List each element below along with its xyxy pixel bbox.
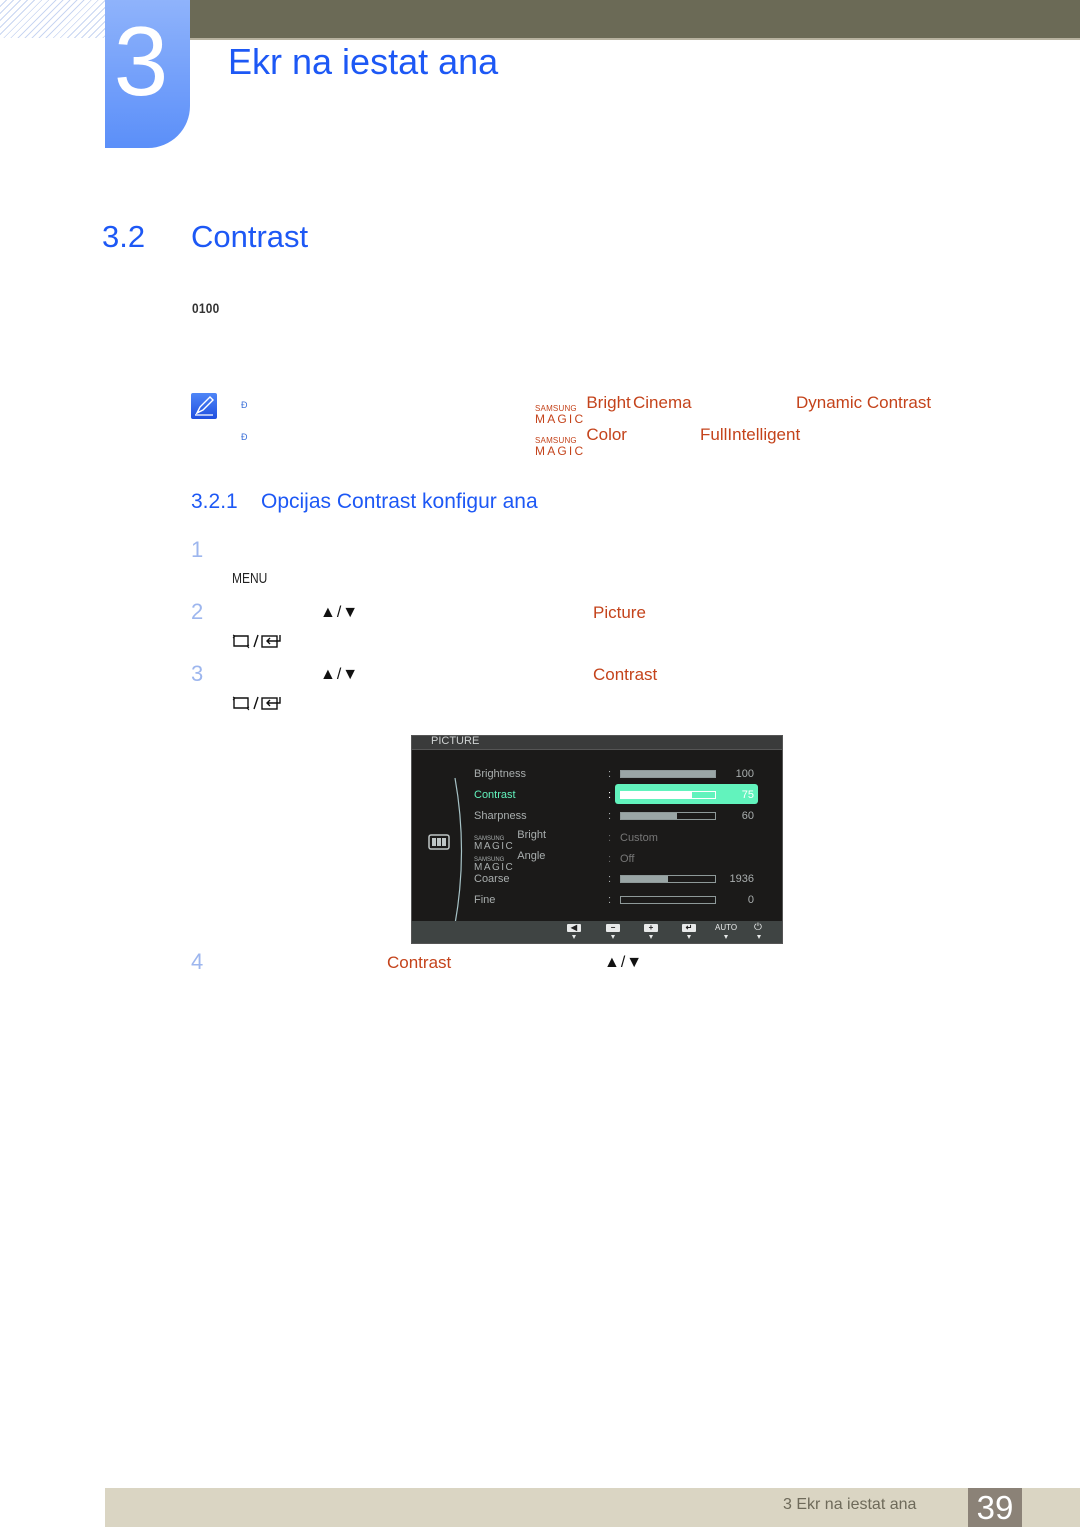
osd-arc-decoration <box>454 777 463 925</box>
note-term-dynamic-contrast: Dynamic Contrast <box>796 393 932 412</box>
note-term-cinema: Cinema <box>633 393 692 412</box>
subsection-title: Opcijas Contrast konfigur ana <box>261 490 538 513</box>
osd-title: PICTURE <box>431 735 480 747</box>
menu-key-label: MENU <box>232 570 268 587</box>
osd-header: PICTURE <box>412 735 782 750</box>
samsung-magic-logo: SAMSUNG MAGIC <box>535 436 586 458</box>
footer-chapter-label: 3 Ekr na iestat ana <box>783 1496 917 1513</box>
osd-picture-menu: PICTURE Brightness : 100 Contrast : 75 S… <box>411 735 783 944</box>
samsung-magic-logo: SAMSUNG MAGIC <box>535 404 586 426</box>
osd-row-fine[interactable]: Fine : 0 <box>474 892 764 910</box>
step-3-target: Contrast <box>593 665 658 684</box>
step-number-3: 3 <box>191 661 204 686</box>
brightness-slider[interactable] <box>620 770 716 778</box>
step-4-target: Contrast <box>387 953 452 972</box>
note-line-2-magic-color: SAMSUNG MAGIC Color <box>535 425 627 457</box>
step-2-target: Picture <box>593 603 646 622</box>
down-marker-icon <box>757 935 761 939</box>
contrast-slider[interactable] <box>620 791 716 799</box>
slider-fill <box>621 771 715 777</box>
chapter-title: Ekr na iestat ana <box>228 41 499 82</box>
osd-row-sharpness[interactable]: Sharpness : 60 <box>474 808 764 826</box>
note-line-1-magic-bright: SAMSUNG MAGIC Bright <box>535 393 631 425</box>
osd-row-brightness[interactable]: Brightness : 100 <box>474 766 764 784</box>
down-marker-icon <box>572 935 576 939</box>
footer-bar <box>105 1488 1080 1527</box>
fine-slider[interactable] <box>620 896 716 904</box>
osd-row-contrast[interactable]: Contrast : 75 <box>474 787 764 805</box>
down-marker-icon <box>611 935 615 939</box>
section-number: 3.2 <box>102 219 146 254</box>
source-enter-keys-icon <box>232 696 281 711</box>
magic-bright-term: Bright <box>586 393 631 412</box>
magic-color-term: Color <box>586 425 627 444</box>
osd-button-bar: ◀ − + ↵ AUTO ⏻ <box>412 921 782 943</box>
up-down-arrows-icon: ▲/▼ <box>320 666 360 683</box>
power-button-icon[interactable]: ⏻ <box>754 922 762 933</box>
header-hatch-decoration <box>0 0 105 38</box>
note-term-full: FullIntelligent <box>700 425 801 444</box>
header-bar <box>190 0 1080 40</box>
minus-button-icon[interactable]: − <box>606 924 620 932</box>
osd-row-magic-bright[interactable]: SAMSUNG MAGIC Bright : Custom <box>474 827 764 852</box>
up-down-arrows-icon: ▲/▼ <box>320 604 360 621</box>
plus-button-icon[interactable]: + <box>644 924 658 932</box>
picture-menu-icon <box>428 834 450 850</box>
note-pencil-icon <box>191 393 217 419</box>
down-marker-icon <box>724 935 728 939</box>
source-enter-keys-icon <box>232 634 281 649</box>
chapter-number: 3 <box>113 6 169 116</box>
down-marker-icon <box>649 935 653 939</box>
section-title: Contrast <box>191 219 309 254</box>
note-bullet: Ð <box>241 400 248 410</box>
note-bullet: Ð <box>241 432 248 442</box>
slider-fill <box>621 876 668 882</box>
slider-fill <box>621 813 678 819</box>
down-marker-icon <box>687 935 691 939</box>
page-number: 39 <box>968 1488 1022 1527</box>
up-down-arrows-icon: ▲/▼ <box>604 954 644 971</box>
step-number-4: 4 <box>191 949 204 974</box>
step-number-2: 2 <box>191 599 204 624</box>
enter-button-icon[interactable]: ↵ <box>682 924 696 932</box>
slider-fill <box>621 792 692 798</box>
step-number-1: 1 <box>191 537 204 562</box>
osd-row-magic-angle[interactable]: SAMSUNG MAGIC Angle : Off <box>474 848 764 873</box>
subsection-number: 3.2.1 <box>191 490 238 513</box>
sharpness-slider[interactable] <box>620 812 716 820</box>
osd-row-coarse[interactable]: Coarse : 1936 <box>474 871 764 889</box>
coarse-slider[interactable] <box>620 875 716 883</box>
left-button-icon[interactable]: ◀ <box>567 924 581 932</box>
model-code: 0100 <box>192 300 220 316</box>
auto-button[interactable]: AUTO <box>715 923 737 932</box>
